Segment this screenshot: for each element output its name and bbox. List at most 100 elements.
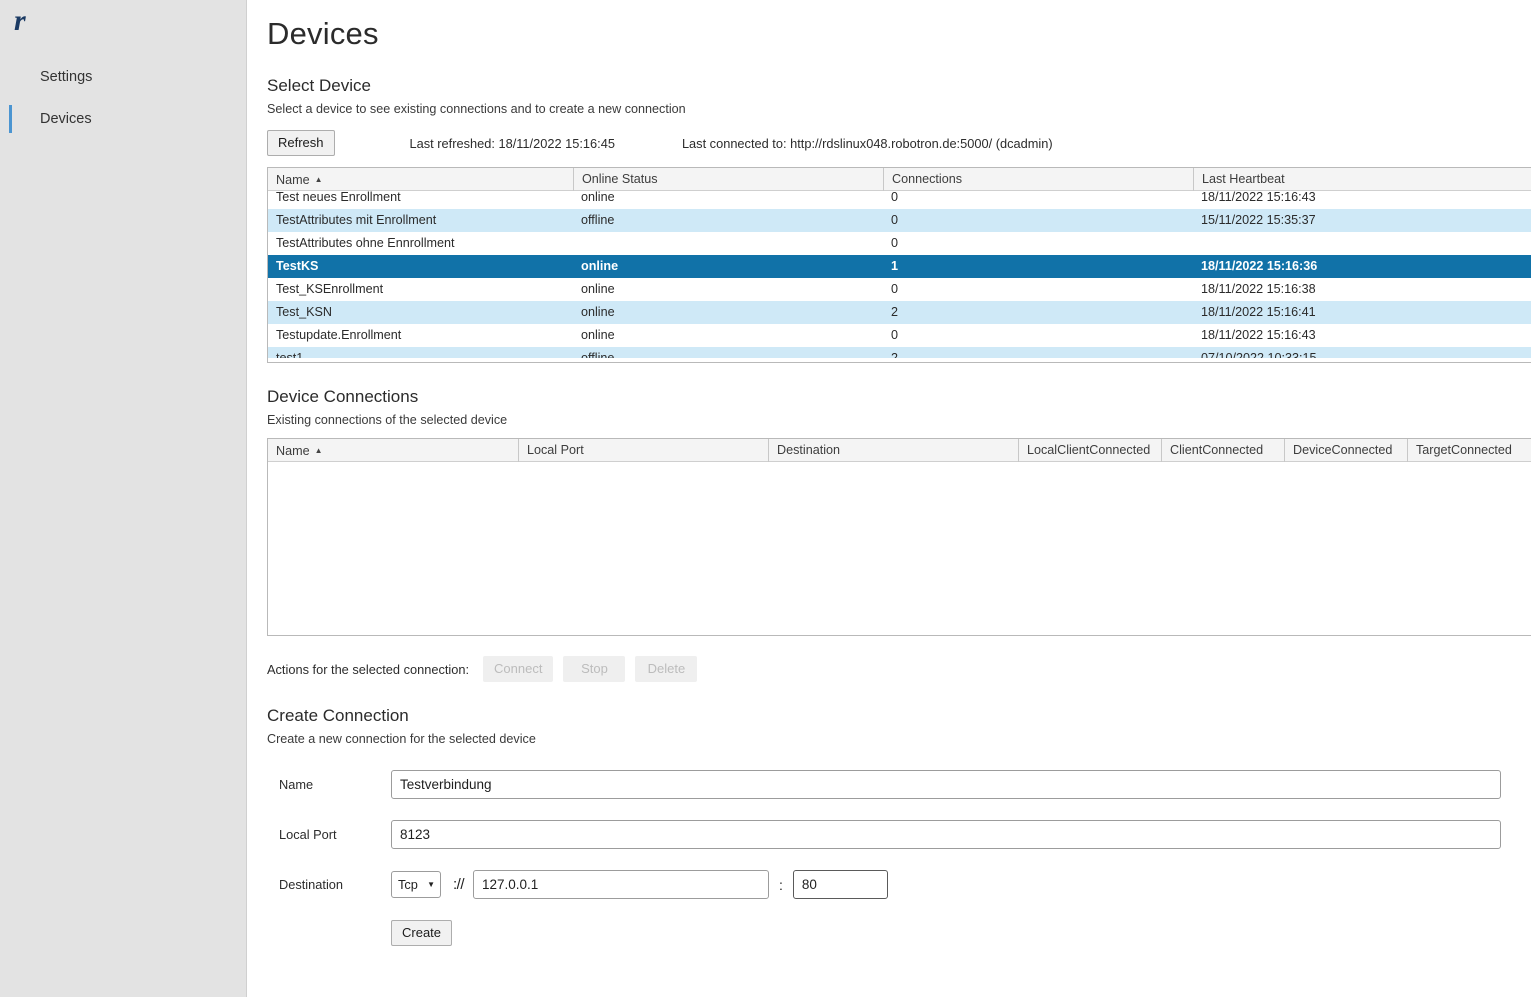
sort-asc-icon: ▲ xyxy=(314,445,323,455)
local-port-field-label: Local Port xyxy=(279,827,337,842)
cell-status: online xyxy=(581,282,615,296)
column-header-local-port[interactable]: Local Port xyxy=(518,439,768,462)
cell-status: online xyxy=(581,305,615,319)
column-header-localclientconnected[interactable]: LocalClientConnected xyxy=(1018,439,1161,462)
cell-name: test1 xyxy=(276,351,304,358)
delete-button[interactable]: Delete xyxy=(635,656,698,682)
table-row[interactable]: Test_KSEnrollment online 0 18/11/2022 15:16… xyxy=(268,278,1531,301)
cell-connections: 0 xyxy=(891,236,899,250)
protocol-value: Tcp xyxy=(398,877,418,892)
chevron-down-icon: ▼ xyxy=(427,880,435,889)
cell-connections: 2 xyxy=(891,305,899,319)
column-header-targetconnected[interactable]: TargetConnected xyxy=(1407,439,1531,462)
cell-status: online xyxy=(581,190,615,204)
form-row-destination: Destination Tcp ▼ :// : xyxy=(267,870,1531,899)
last-connected-value: http://rdslinux048.robotron.de:5000/ (dc… xyxy=(790,135,1053,151)
device-toolbar: Refresh Last refreshed: 18/11/2022 15:16… xyxy=(267,130,1531,156)
cell-name: Testupdate.Enrollment xyxy=(276,328,402,342)
form-row-create: Create xyxy=(391,920,1531,946)
connections-table[interactable]: Name ▲ Local Port Destination LocalClient… xyxy=(267,438,1531,636)
sort-asc-icon: ▲ xyxy=(314,174,323,184)
protocol-select[interactable]: Tcp ▼ xyxy=(391,871,441,898)
column-header-label: Name xyxy=(276,172,310,187)
connection-name-input[interactable] xyxy=(391,770,1501,799)
cell-connections: 0 xyxy=(891,282,899,296)
table-row[interactable]: TestAttributes ohne Ennrollment 0 xyxy=(268,232,1531,255)
cell-status: online xyxy=(581,259,619,273)
cell-status: offline xyxy=(581,213,615,227)
cell-connections: 0 xyxy=(891,328,899,342)
table-row[interactable]: Test_KSN online 2 18/11/2022 15:16:41 xyxy=(268,301,1531,324)
form-row-name: Name xyxy=(267,770,1531,799)
column-header-deviceconnected[interactable]: DeviceConnected xyxy=(1284,439,1407,462)
sidebar-nav: Settings Devices xyxy=(0,56,246,140)
device-table-body: Test neues Enrollment online 0 18/11/2022 1… xyxy=(268,186,1531,358)
app-logo-icon: r xyxy=(14,4,26,37)
last-refreshed-value: 18/11/2022 15:16:45 xyxy=(498,135,615,151)
cell-heartbeat: 18/11/2022 15:16:38 xyxy=(1201,282,1316,296)
cell-connections: 0 xyxy=(891,213,899,227)
cell-status: offline xyxy=(581,351,615,358)
cell-heartbeat: 18/11/2022 15:16:36 xyxy=(1201,259,1318,273)
cell-heartbeat: 18/11/2022 15:16:43 xyxy=(1201,328,1316,342)
app-root: r Settings Devices Devices Select Device… xyxy=(0,0,1531,997)
cell-status xyxy=(573,232,883,255)
connect-button[interactable]: Connect xyxy=(483,656,554,682)
cell-name: Test neues Enrollment xyxy=(276,190,401,204)
cell-name: TestAttributes mit Enrollment xyxy=(276,213,437,227)
connections-table-header: Name ▲ Local Port Destination LocalClient… xyxy=(268,439,1531,462)
stop-button[interactable]: Stop xyxy=(563,656,626,682)
table-row[interactable]: TestKS online 1 18/11/2022 15:16:36 xyxy=(268,255,1531,278)
sidebar-item-label: Settings xyxy=(40,69,93,85)
port-separator: : xyxy=(779,876,783,893)
protocol-separator: :// xyxy=(453,876,465,893)
sidebar-item-label: Devices xyxy=(40,111,92,127)
last-refreshed-label: Last refreshed: xyxy=(409,135,495,151)
cell-name: TestKS xyxy=(276,259,319,273)
actions-label: Actions for the selected connection: xyxy=(267,661,470,677)
sidebar-item-settings[interactable]: Settings xyxy=(0,56,246,98)
cell-heartbeat: 18/11/2022 15:16:43 xyxy=(1201,190,1316,204)
sidebar-item-devices[interactable]: Devices xyxy=(0,98,246,140)
form-row-local-port: Local Port xyxy=(267,820,1531,849)
local-port-input[interactable] xyxy=(391,820,1501,849)
cell-name: Test_KSN xyxy=(276,305,332,319)
column-header-conn-name[interactable]: Name ▲ xyxy=(268,439,518,462)
destination-field-label: Destination xyxy=(279,877,344,892)
create-button[interactable]: Create xyxy=(391,920,453,946)
cell-connections: 2 xyxy=(891,351,899,358)
last-refreshed: Last refreshed: 18/11/2022 15:16:45 xyxy=(410,136,615,151)
connection-actions: Actions for the selected connection: Con… xyxy=(267,656,1531,682)
main-content: Devices Select Device Select a device to… xyxy=(247,0,1531,997)
device-table[interactable]: Name ▲ Online Status Connections Last Hea… xyxy=(267,167,1531,363)
connections-table-body xyxy=(268,462,1531,635)
column-header-destination[interactable]: Destination xyxy=(768,439,1018,462)
last-connected: Last connected to: http://rdslinux048.ro… xyxy=(682,136,1053,151)
cell-heartbeat: 07/10/2022 10:33:15 xyxy=(1201,351,1317,358)
table-row[interactable]: TestAttributes mit Enrollment offline 0 15/… xyxy=(268,209,1531,232)
table-row[interactable]: test1 offline 2 07/10/2022 10:33:15 xyxy=(268,347,1531,358)
column-header-clientconnected[interactable]: ClientConnected xyxy=(1161,439,1284,462)
refresh-button[interactable]: Refresh xyxy=(267,130,335,156)
sidebar: r Settings Devices xyxy=(0,0,247,997)
destination-host-input[interactable] xyxy=(473,870,770,899)
cell-name: TestAttributes ohne Ennrollment xyxy=(276,236,455,250)
cell-name: Test_KSEnrollment xyxy=(276,282,384,296)
last-connected-label: Last connected to: xyxy=(681,135,787,151)
create-connection-heading: Create Connection xyxy=(267,706,409,725)
table-row[interactable]: Test neues Enrollment online 0 18/11/2022 1… xyxy=(268,186,1531,209)
table-row[interactable]: Testupdate.Enrollment online 0 18/11/2022 1… xyxy=(268,324,1531,347)
cell-heartbeat: 15/11/2022 15:35:37 xyxy=(1201,213,1316,227)
cell-heartbeat xyxy=(1193,232,1508,255)
name-field-label: Name xyxy=(279,777,314,792)
page-title: Devices xyxy=(267,16,379,51)
cell-connections: 0 xyxy=(891,190,899,204)
cell-heartbeat: 18/11/2022 15:16:41 xyxy=(1201,305,1316,319)
active-marker xyxy=(9,105,12,133)
select-device-subtitle: Select a device to see existing connecti… xyxy=(267,102,686,116)
active-marker xyxy=(9,63,12,91)
create-connection-subtitle: Create a new connection for the selected… xyxy=(267,732,536,746)
select-device-heading: Select Device xyxy=(267,76,371,95)
destination-port-input[interactable] xyxy=(792,870,888,899)
cell-status: online xyxy=(581,328,615,342)
